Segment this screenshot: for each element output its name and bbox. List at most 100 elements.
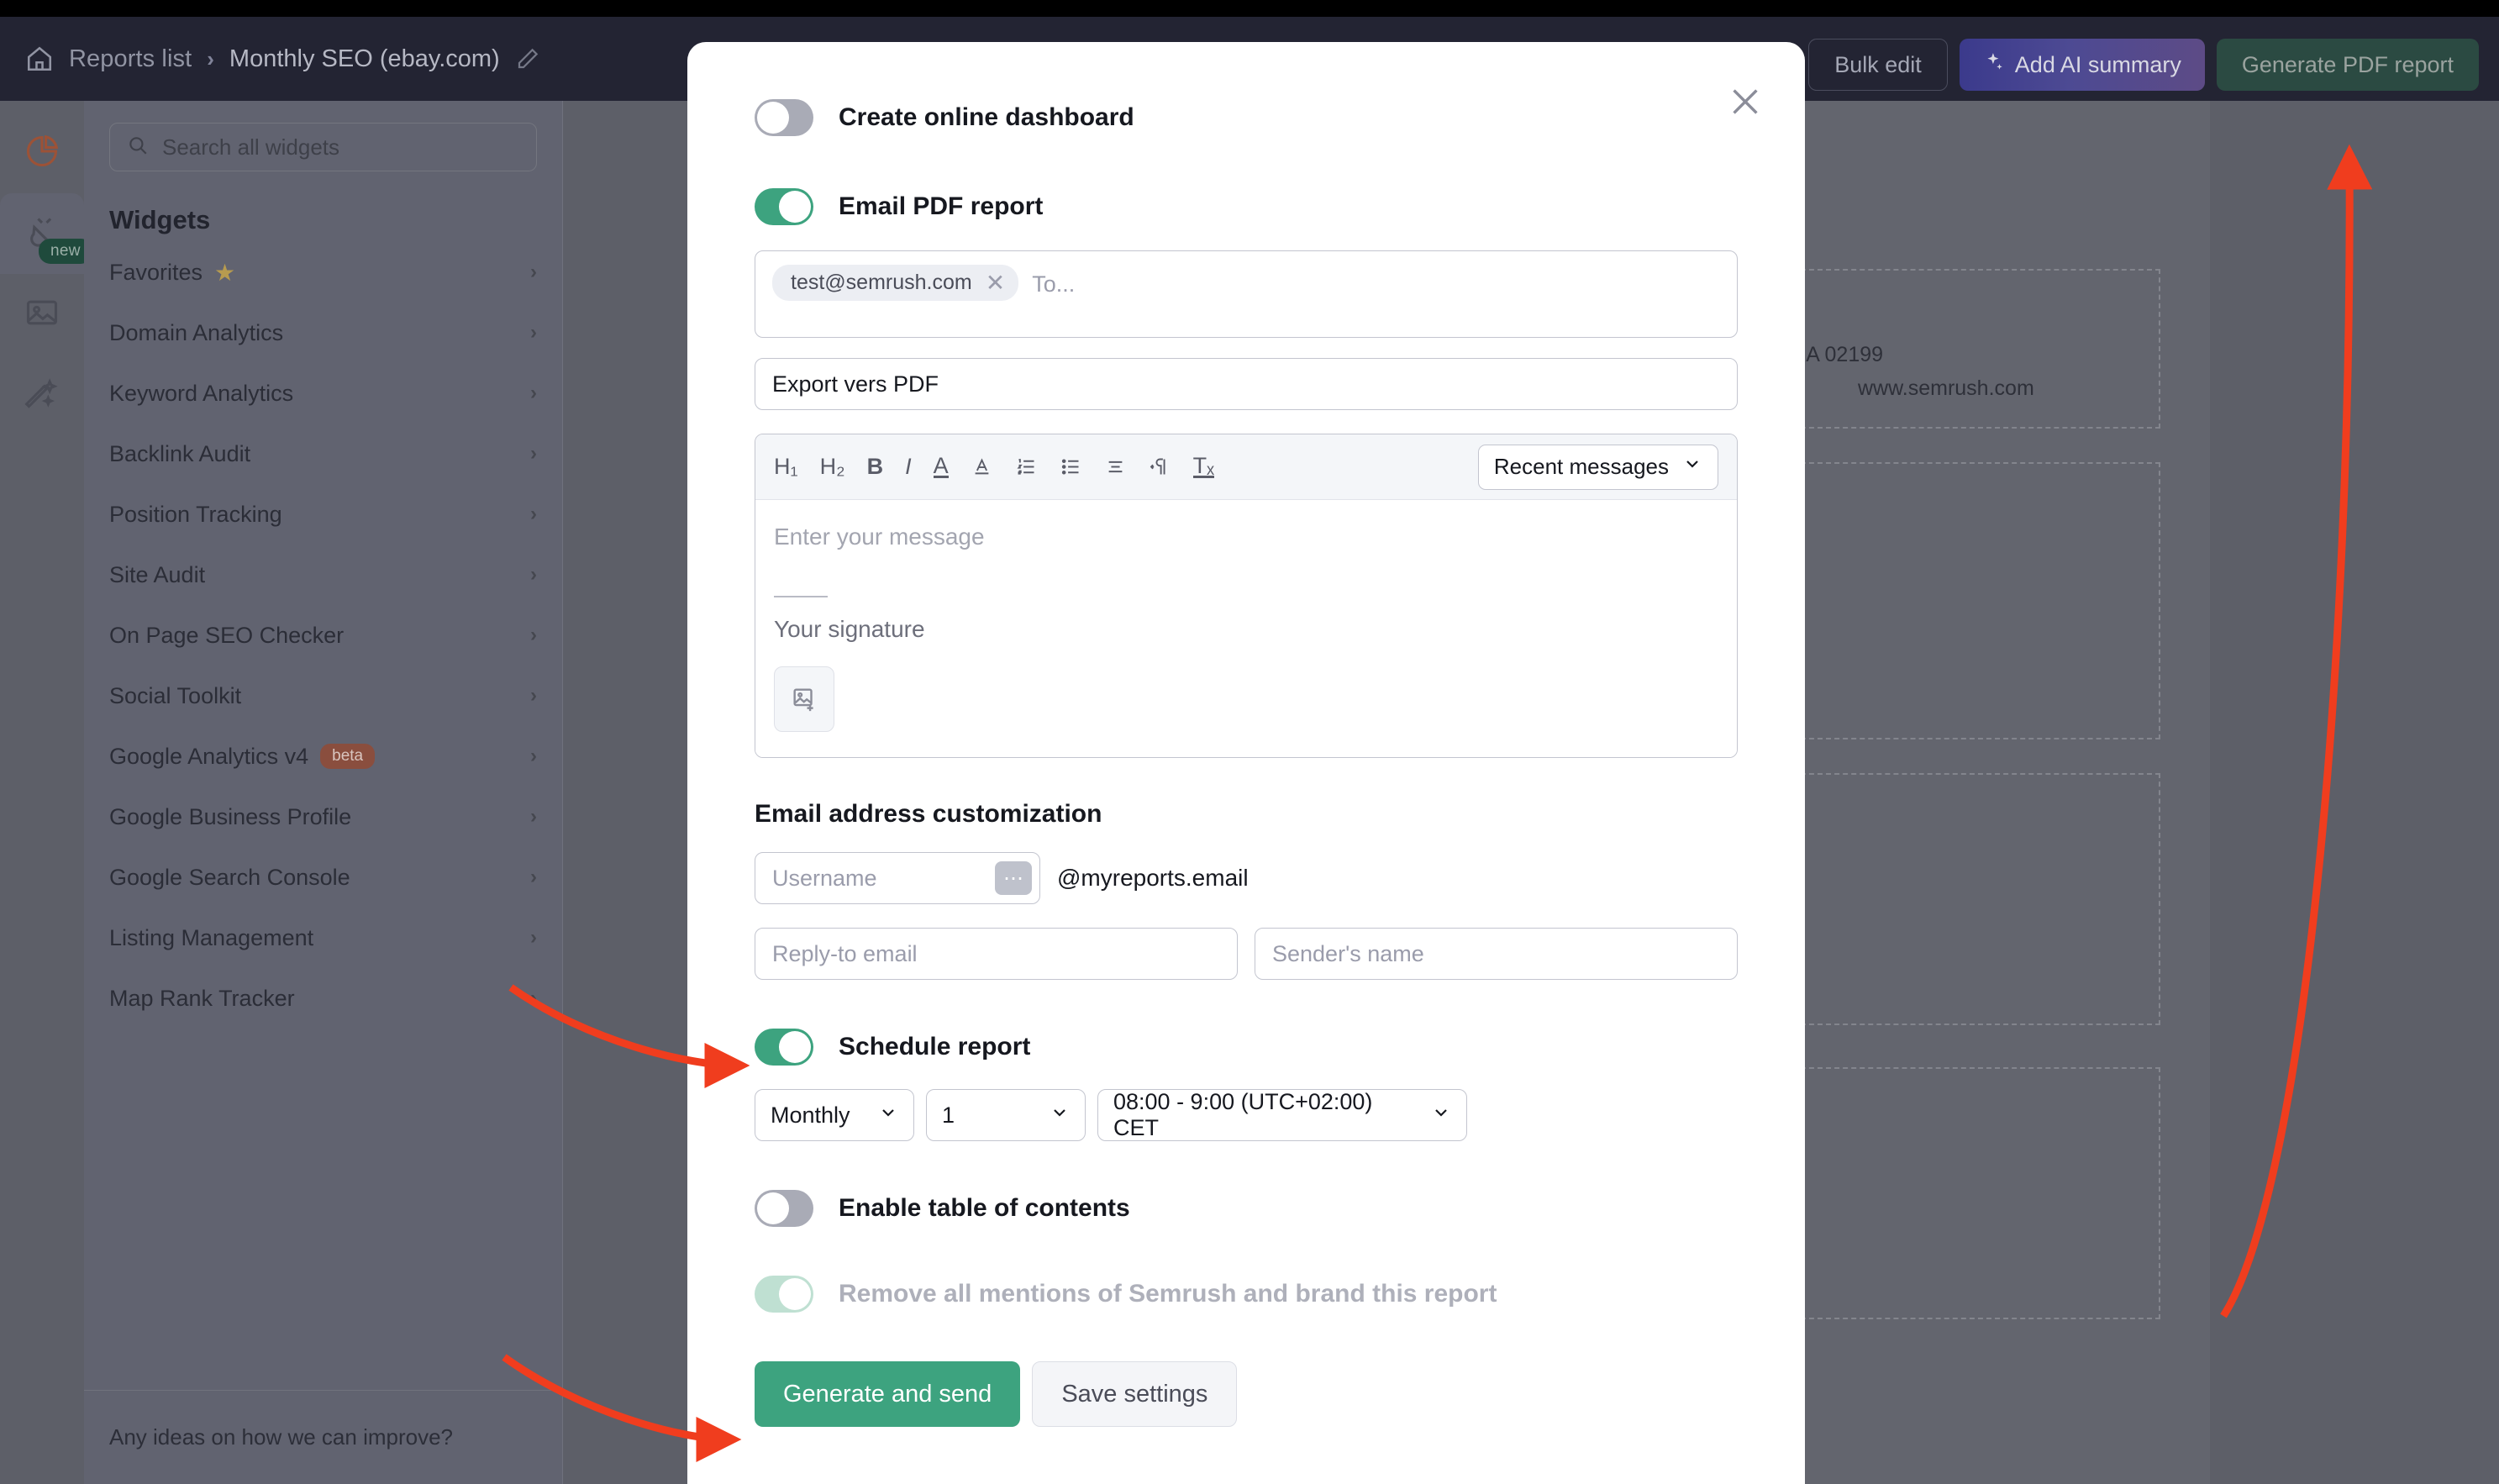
image-icon bbox=[24, 294, 61, 335]
icon-rail: new bbox=[0, 101, 92, 1484]
schedule-frequency-select[interactable]: Monthly bbox=[755, 1089, 914, 1141]
chevron-right-icon: › bbox=[530, 260, 537, 283]
home-icon[interactable] bbox=[25, 45, 54, 73]
sender-name-placeholder: Sender's name bbox=[1272, 940, 1424, 966]
widget-label: Domain Analytics bbox=[109, 319, 284, 345]
schedule-time-value: 08:00 - 9:00 (UTC+02:00) CET bbox=[1113, 1089, 1373, 1140]
sidebar-item-google-search-console[interactable]: Google Search Console › bbox=[109, 847, 537, 908]
sparkle-icon bbox=[1983, 51, 2005, 79]
widget-label: Keyword Analytics bbox=[109, 380, 294, 406]
rail-item-ai-tools[interactable] bbox=[0, 355, 84, 435]
chevron-right-icon: › bbox=[530, 987, 537, 1009]
widget-label: Site Audit bbox=[109, 561, 206, 587]
sidebar-item-social-toolkit[interactable]: Social Toolkit › bbox=[109, 666, 537, 726]
save-settings-button[interactable]: Save settings bbox=[1032, 1361, 1238, 1427]
sidebar-item-favorites[interactable]: Favorites ★ › bbox=[109, 242, 537, 303]
schedule-controls-row: Monthly 1 08:00 - 9:00 (UTC+02:00) CET bbox=[755, 1089, 1738, 1141]
schedule-report-label: Schedule report bbox=[839, 1033, 1031, 1060]
table-of-contents-toggle[interactable] bbox=[755, 1190, 813, 1227]
create-online-dashboard-label: Create online dashboard bbox=[839, 103, 1134, 131]
sender-name-input[interactable]: Sender's name bbox=[1255, 928, 1738, 980]
sidebar-item-google-business-profile[interactable]: Google Business Profile › bbox=[109, 787, 537, 847]
search-icon bbox=[127, 134, 149, 161]
beta-badge: beta bbox=[320, 744, 376, 769]
sidebar-feedback-prompt[interactable]: Any ideas on how we can improve? bbox=[84, 1390, 562, 1484]
sidebar-item-on-page-seo-checker[interactable]: On Page SEO Checker › bbox=[109, 605, 537, 666]
italic-icon[interactable]: I bbox=[905, 455, 912, 478]
heading-2-icon[interactable]: H₂ bbox=[820, 455, 845, 478]
ellipsis-icon[interactable]: ⋯ bbox=[995, 861, 1032, 895]
message-body[interactable]: Enter your message Your signature bbox=[755, 500, 1737, 757]
sidebar-item-keyword-analytics[interactable]: Keyword Analytics › bbox=[109, 363, 537, 424]
numbered-list-icon[interactable] bbox=[1015, 455, 1038, 478]
schedule-day-select[interactable]: 1 bbox=[926, 1089, 1086, 1141]
chevron-right-icon: › bbox=[530, 382, 537, 404]
sidebar-item-backlink-audit[interactable]: Backlink Audit › bbox=[109, 424, 537, 484]
chevron-right-icon: › bbox=[530, 926, 537, 949]
subject-input[interactable]: Export vers PDF bbox=[755, 358, 1738, 410]
magic-wand-icon bbox=[24, 375, 61, 416]
chevron-right-icon: › bbox=[530, 442, 537, 465]
schedule-report-toggle[interactable] bbox=[755, 1029, 813, 1066]
chevron-right-icon: › bbox=[530, 563, 537, 586]
reply-to-email-input[interactable]: Reply-to email bbox=[755, 928, 1238, 980]
close-icon[interactable]: ✕ bbox=[986, 271, 1005, 295]
chevron-right-icon: › bbox=[530, 624, 537, 646]
chevron-right-icon: › bbox=[530, 866, 537, 888]
add-ai-summary-label: Add AI summary bbox=[2014, 51, 2181, 77]
email-pdf-report-toggle[interactable] bbox=[755, 188, 813, 225]
close-icon[interactable] bbox=[1726, 82, 1765, 121]
search-input[interactable]: Search all widgets bbox=[109, 123, 537, 171]
add-ai-summary-button[interactable]: Add AI summary bbox=[1959, 39, 2205, 91]
highlight-color-icon[interactable] bbox=[971, 455, 993, 478]
search-wrapper: Search all widgets bbox=[84, 101, 562, 180]
sidebar-item-google-analytics-v4[interactable]: Google Analytics v4 beta › bbox=[109, 726, 537, 787]
rail-item-reports[interactable] bbox=[0, 113, 84, 193]
rail-item-images[interactable] bbox=[0, 274, 84, 355]
signature-divider bbox=[774, 596, 828, 597]
bulleted-list-icon[interactable] bbox=[1060, 455, 1082, 478]
widget-label: Google Analytics v4 bbox=[109, 743, 309, 769]
widget-label: Google Search Console bbox=[109, 864, 350, 890]
bold-icon[interactable]: B bbox=[867, 455, 884, 478]
chevron-down-icon bbox=[878, 1102, 898, 1129]
toggle-knob bbox=[757, 102, 789, 134]
breadcrumb-root[interactable]: Reports list bbox=[69, 45, 192, 73]
recent-messages-select[interactable]: Recent messages bbox=[1477, 444, 1718, 490]
sidebar-item-site-audit[interactable]: Site Audit › bbox=[109, 545, 537, 605]
widget-label: Backlink Audit bbox=[109, 440, 251, 466]
schedule-time-select[interactable]: 08:00 - 9:00 (UTC+02:00) CET bbox=[1097, 1089, 1467, 1141]
create-online-dashboard-toggle[interactable] bbox=[755, 99, 813, 136]
generate-pdf-report-button[interactable]: Generate PDF report bbox=[2216, 39, 2479, 91]
white-label-toggle[interactable] bbox=[755, 1276, 813, 1313]
username-row: Username ⋯ @myreports.email bbox=[755, 852, 1738, 904]
widget-label: Favorites bbox=[109, 259, 203, 285]
sidebar-item-map-rank-tracker[interactable]: Map Rank Tracker › bbox=[109, 968, 537, 1029]
message-editor: H₁ H₂ B I A Tₓ Recent messages Enter you… bbox=[755, 434, 1738, 758]
toggle-knob bbox=[779, 191, 811, 223]
search-placeholder: Search all widgets bbox=[162, 134, 339, 160]
heading-1-icon[interactable]: H₁ bbox=[774, 455, 798, 478]
bulk-edit-button[interactable]: Bulk edit bbox=[1808, 39, 1948, 91]
widgets-sidebar: Search all widgets Widgets Favorites ★ › … bbox=[84, 101, 563, 1484]
text-direction-icon[interactable] bbox=[1149, 455, 1171, 478]
widget-label: Google Business Profile bbox=[109, 803, 352, 829]
generate-and-send-button[interactable]: Generate and send bbox=[755, 1361, 1021, 1427]
pencil-icon[interactable] bbox=[515, 46, 540, 71]
modal-footer-actions: Generate and send Save settings bbox=[755, 1361, 1738, 1427]
text-color-icon[interactable]: A bbox=[933, 454, 949, 479]
add-image-icon[interactable] bbox=[774, 666, 834, 732]
clear-formatting-icon[interactable]: Tₓ bbox=[1192, 454, 1214, 479]
align-icon[interactable] bbox=[1104, 455, 1127, 478]
table-of-contents-row: Enable table of contents bbox=[755, 1190, 1738, 1227]
recipients-placeholder: To... bbox=[1032, 271, 1076, 297]
email-report-modal: Create online dashboard Email PDF report… bbox=[687, 42, 1805, 1484]
widget-label: Listing Management bbox=[109, 924, 314, 950]
recipients-input[interactable]: test@semrush.com ✕ To... bbox=[755, 250, 1738, 338]
sidebar-item-position-tracking[interactable]: Position Tracking › bbox=[109, 484, 537, 545]
sidebar-item-domain-analytics[interactable]: Domain Analytics › bbox=[109, 303, 537, 363]
sidebar-item-listing-management[interactable]: Listing Management › bbox=[109, 908, 537, 968]
chevron-right-icon: › bbox=[530, 684, 537, 707]
rail-item-integrations[interactable]: new bbox=[0, 193, 92, 274]
chevron-right-icon: › bbox=[530, 321, 537, 344]
